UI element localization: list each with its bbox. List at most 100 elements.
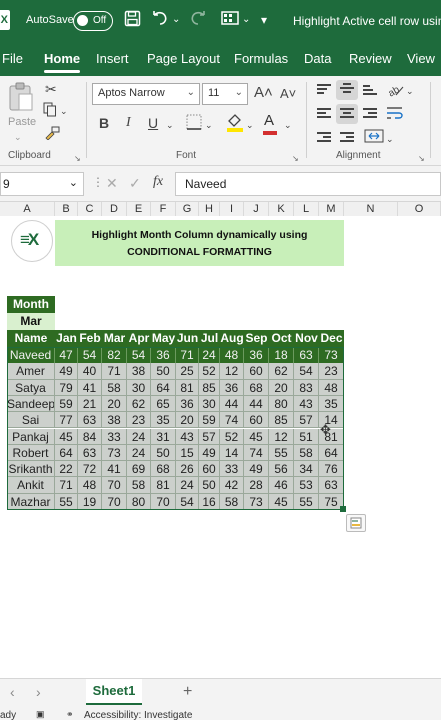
- cancel-icon[interactable]: ✕: [106, 175, 118, 192]
- fill-color-icon[interactable]: [226, 112, 244, 136]
- font-size-dropdown[interactable]: 11 ⌄: [202, 83, 248, 105]
- column-header-c[interactable]: C: [78, 202, 102, 216]
- wrap-text-icon[interactable]: [386, 105, 404, 125]
- column-header-k[interactable]: K: [269, 202, 294, 216]
- name-header-cell[interactable]: Name: [7, 330, 55, 347]
- merge-center-icon[interactable]: [364, 128, 384, 148]
- sheet-tab-sheet1[interactable]: Sheet1: [86, 679, 142, 705]
- shrink-font-icon[interactable]: A˅: [280, 85, 296, 103]
- month-header-cell[interactable]: Oct: [269, 330, 294, 347]
- month-header-cell[interactable]: Apr: [127, 330, 151, 347]
- tab-data[interactable]: Data: [304, 51, 331, 66]
- column-header-j[interactable]: J: [244, 202, 269, 216]
- underline-button[interactable]: U: [148, 114, 158, 132]
- bold-button[interactable]: B: [99, 114, 109, 132]
- next-sheet-icon[interactable]: ›: [36, 684, 41, 700]
- italic-button[interactable]: I: [126, 114, 131, 132]
- column-header-m[interactable]: M: [319, 202, 344, 216]
- more-options-icon[interactable]: ⋮: [92, 175, 104, 189]
- align-center-button[interactable]: [336, 104, 358, 124]
- cut-icon[interactable]: ✂: [45, 80, 57, 98]
- autosave-toggle[interactable]: Off: [73, 11, 113, 31]
- column-header-f[interactable]: F: [151, 202, 176, 216]
- increase-indent-button[interactable]: [336, 128, 358, 148]
- selection-border: [7, 347, 344, 510]
- tab-formulas[interactable]: Formulas: [234, 51, 288, 66]
- fill-color-dropdown-icon[interactable]: ⌄: [246, 116, 254, 134]
- title-banner: Highlight Month Column dynamically using…: [55, 220, 344, 266]
- align-right-button[interactable]: [359, 104, 381, 124]
- bottom-align-button[interactable]: [359, 80, 381, 100]
- month-header-cell[interactable]: Jan: [55, 330, 78, 347]
- month-input-cell[interactable]: Mar: [7, 313, 55, 330]
- add-sheet-button[interactable]: +: [183, 683, 192, 701]
- tab-review[interactable]: Review: [349, 51, 392, 66]
- save-icon[interactable]: [124, 10, 141, 33]
- align-left-button[interactable]: [313, 104, 335, 124]
- undo-icon[interactable]: [150, 10, 170, 34]
- borders-icon[interactable]: [186, 114, 202, 134]
- month-header-cell[interactable]: Jun: [176, 330, 199, 347]
- decrease-indent-button[interactable]: [313, 128, 335, 148]
- column-header-h[interactable]: H: [199, 202, 220, 216]
- month-header-cell[interactable]: Aug: [220, 330, 244, 347]
- accessibility-icon[interactable]: ⚭: [66, 709, 74, 720]
- tab-view[interactable]: View: [407, 51, 435, 66]
- month-header-cell[interactable]: Feb: [78, 330, 102, 347]
- month-header-cell[interactable]: Jul: [199, 330, 220, 347]
- format-painter-icon[interactable]: [44, 126, 60, 144]
- enter-icon[interactable]: ✓: [129, 175, 141, 192]
- tab-page-layout[interactable]: Page Layout: [147, 51, 220, 66]
- camera-dropdown-icon[interactable]: ⌄: [242, 10, 250, 30]
- camera-icon[interactable]: [221, 10, 239, 32]
- tab-insert[interactable]: Insert: [96, 51, 129, 66]
- month-header-cell[interactable]: Mar: [102, 330, 127, 347]
- paste-dropdown-icon[interactable]: ⌄: [14, 128, 22, 146]
- insert-function-icon[interactable]: fx: [153, 174, 163, 190]
- paste-label[interactable]: Paste: [8, 113, 36, 131]
- status-accessibility[interactable]: Accessibility: Investigate: [84, 710, 192, 720]
- middle-align-button[interactable]: [336, 80, 358, 100]
- column-header-l[interactable]: L: [294, 202, 319, 216]
- prev-sheet-icon[interactable]: ‹: [10, 684, 15, 700]
- banner-line-1: Highlight Month Column dynamically using: [91, 229, 308, 241]
- column-header-a[interactable]: A: [0, 202, 55, 216]
- month-label-cell[interactable]: Month: [7, 296, 55, 313]
- copy-icon[interactable]: [43, 102, 57, 121]
- tab-file[interactable]: File: [2, 51, 23, 66]
- merge-dropdown-icon[interactable]: ⌄: [386, 130, 394, 148]
- orientation-dropdown-icon[interactable]: ⌄: [406, 82, 414, 100]
- column-header-e[interactable]: E: [127, 202, 151, 216]
- undo-dropdown-icon[interactable]: ⌄: [172, 10, 180, 30]
- chevron-down-icon: ⌄: [68, 177, 78, 189]
- month-header-cell[interactable]: Dec: [319, 330, 344, 347]
- borders-dropdown-icon[interactable]: ⌄: [205, 116, 213, 134]
- fill-handle[interactable]: [340, 506, 346, 512]
- month-header-cell[interactable]: May: [151, 330, 176, 347]
- name-box[interactable]: 9 ⌄: [0, 172, 84, 196]
- column-header-d[interactable]: D: [102, 202, 127, 216]
- month-header-cell[interactable]: Sep: [244, 330, 269, 347]
- column-header-n[interactable]: N: [344, 202, 398, 216]
- customize-toolbar-icon[interactable]: ▾: [261, 10, 267, 30]
- font-name-dropdown[interactable]: Aptos Narrow ⌄: [92, 83, 200, 105]
- top-align-button[interactable]: [313, 80, 335, 100]
- column-header-g[interactable]: G: [176, 202, 199, 216]
- tab-home[interactable]: Home: [44, 51, 80, 66]
- column-header-b[interactable]: B: [55, 202, 78, 216]
- workbook-stats-icon[interactable]: ▣: [36, 709, 45, 720]
- paste-icon[interactable]: [8, 82, 34, 116]
- month-header-cell[interactable]: Nov: [294, 330, 319, 347]
- column-header-i[interactable]: I: [220, 202, 244, 216]
- grow-font-icon[interactable]: A˄: [254, 84, 273, 102]
- font-size-value: 11: [208, 87, 220, 99]
- formula-input[interactable]: Naveed: [175, 172, 441, 196]
- font-color-icon[interactable]: A: [263, 112, 277, 135]
- redo-icon[interactable]: [188, 10, 208, 34]
- orientation-icon[interactable]: ab: [386, 81, 404, 101]
- font-color-dropdown-icon[interactable]: ⌄: [284, 116, 292, 134]
- column-header-o[interactable]: O: [398, 202, 441, 216]
- copy-dropdown-icon[interactable]: ⌄: [60, 102, 68, 120]
- quick-analysis-icon[interactable]: [346, 514, 366, 532]
- underline-dropdown-icon[interactable]: ⌄: [166, 116, 174, 134]
